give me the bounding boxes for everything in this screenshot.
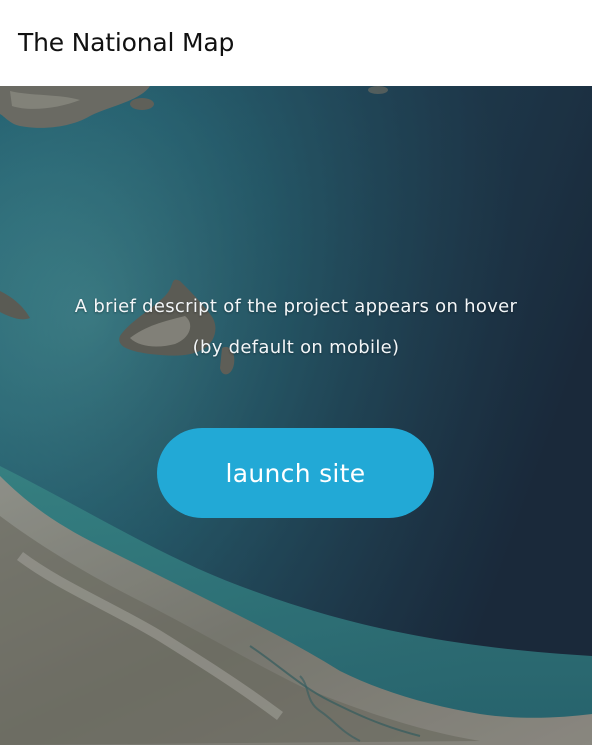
project-description-note: (by default on mobile) bbox=[192, 337, 400, 358]
hero-overlay bbox=[0, 86, 592, 745]
site-header: The National Map bbox=[0, 0, 592, 86]
launch-site-button[interactable]: launch site bbox=[157, 428, 434, 518]
project-description: A brief descript of the project appears … bbox=[74, 296, 518, 317]
hero-section: A brief descript of the project appears … bbox=[0, 86, 592, 745]
site-title: The National Map bbox=[18, 27, 235, 57]
